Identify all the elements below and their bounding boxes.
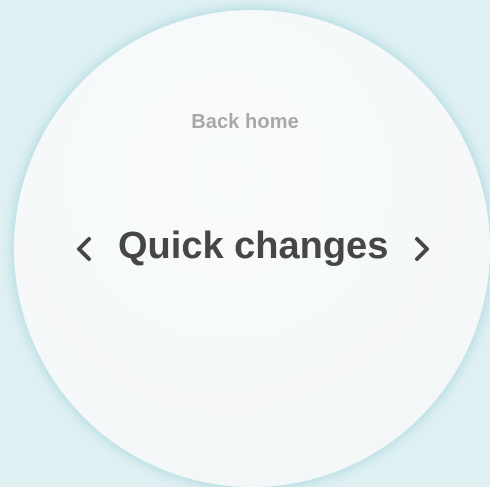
back-home-link[interactable]: Back home: [0, 111, 490, 134]
chevron-left-icon: [72, 230, 96, 268]
next-button[interactable]: [410, 230, 434, 268]
card-title: Quick changes: [118, 225, 389, 267]
previous-button[interactable]: [72, 230, 96, 268]
chevron-right-icon: [410, 230, 434, 268]
